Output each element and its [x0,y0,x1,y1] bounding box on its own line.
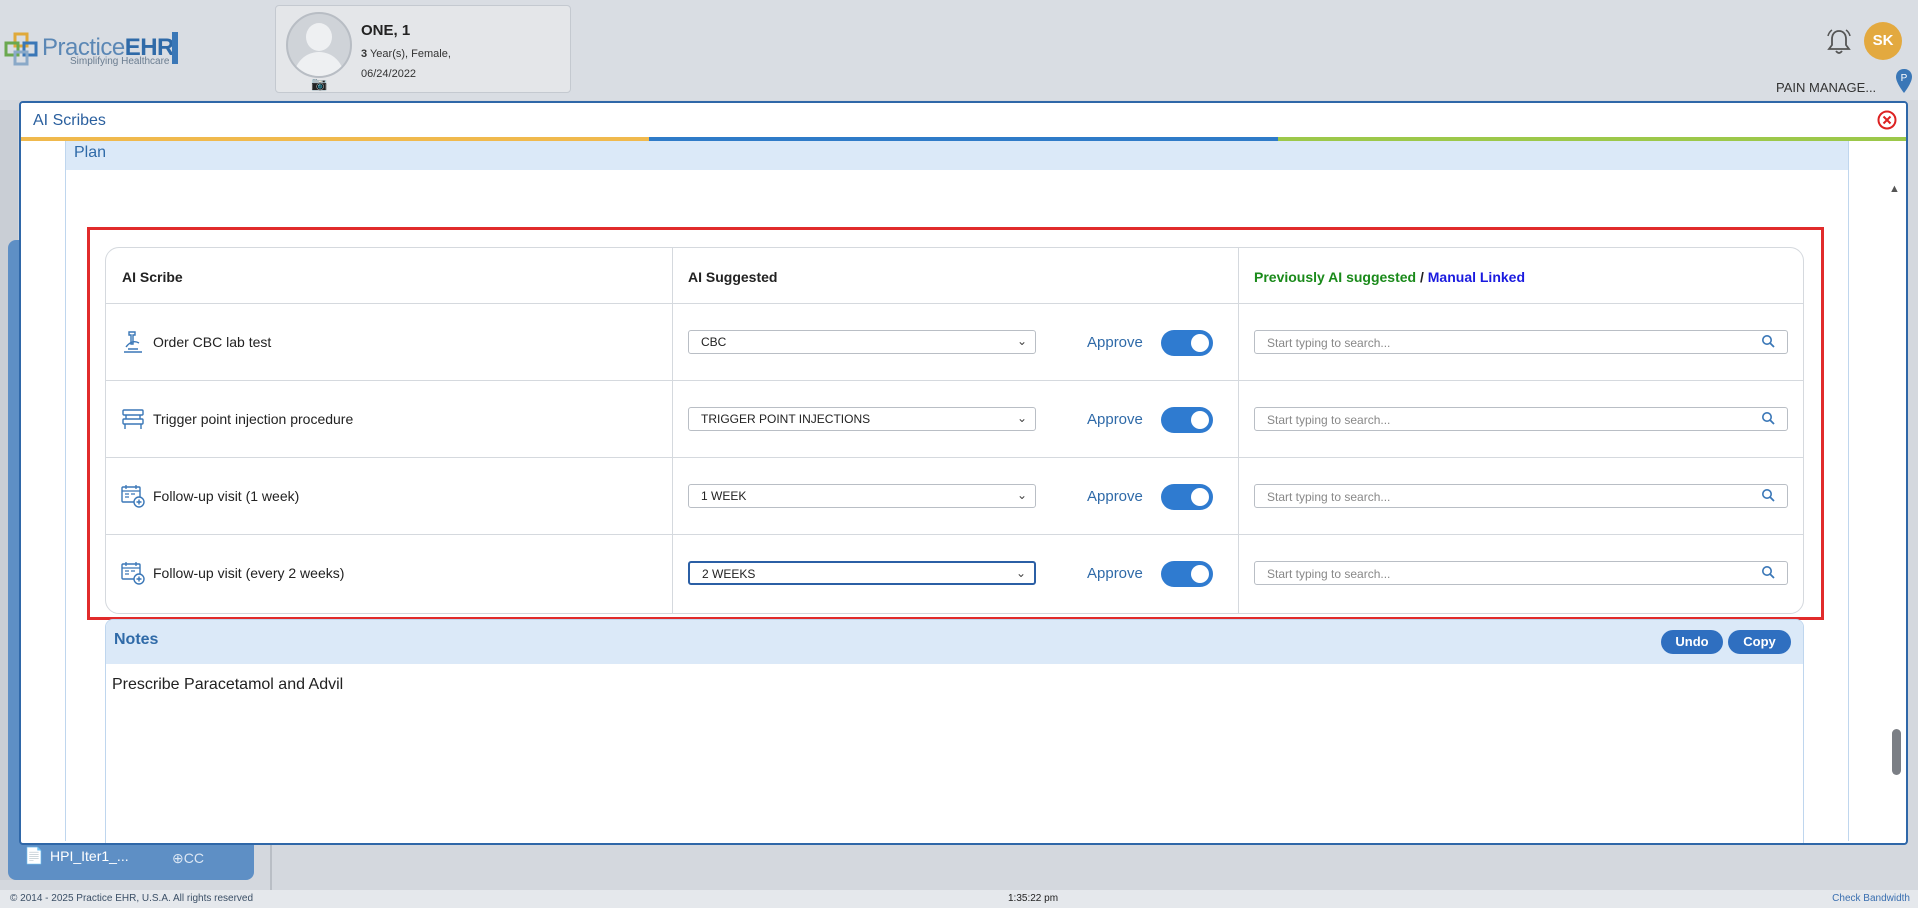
practice-ehr-logo[interactable]: PracticeEHR Simplifying Healthcare [4,30,184,70]
ai-scribe-table: AI Scribe AI Suggested Previously AI sug… [105,247,1804,614]
approve-label: Approve [1087,565,1143,582]
facility-name[interactable]: PAIN MANAGE... [1776,80,1876,95]
notes-header: Notes Undo Copy [106,620,1803,664]
location-pin-icon[interactable]: P [1894,68,1914,94]
footer: © 2014 - 2025 Practice EHR, U.S.A. All r… [0,890,1918,908]
check-bandwidth-link[interactable]: Check Bandwidth [1832,893,1910,904]
approve-toggle[interactable] [1161,330,1213,356]
calendar-add-icon [121,485,145,508]
scrollbar-thumb[interactable] [1892,729,1901,775]
notes-title: Notes [114,631,159,648]
header-ai-suggested: AI Suggested [688,269,778,285]
add-cc-button[interactable]: ⊕CC [172,850,204,867]
chevron-down-icon: ⌄ [1016,334,1027,348]
microscope-icon [124,331,142,353]
row-label: Follow-up visit (1 week) [153,488,300,504]
header-ai-scribe: AI Scribe [122,269,183,285]
patient-demographics: 3 Year(s), Female, 06/24/2022 [361,48,451,80]
patient-dob: 06/24/2022 [361,68,417,80]
patient-avatar [286,12,352,78]
search-icon[interactable] [1761,488,1775,502]
modal-title: AI Scribes [33,112,106,129]
logo-cross-icon [4,32,38,66]
modal-content: Plan AI Scribe AI Suggested Previously A… [21,141,1906,843]
suggested-select[interactable]: TRIGGER POINT INJECTIONS ⌄ [688,407,1036,431]
manual-link-search[interactable]: Start typing to search... [1254,484,1788,508]
top-header: PracticeEHR Simplifying Healthcare 📷 ONE… [0,0,1918,100]
chevron-down-icon: ⌄ [1016,488,1027,502]
table-row: Trigger point injection procedure TRIGGE… [106,380,1803,458]
suggested-select[interactable]: 1 WEEK ⌄ [688,484,1036,508]
close-icon[interactable] [1877,110,1897,130]
logo-accent-bar [172,32,178,64]
copy-button[interactable]: Copy [1728,630,1791,654]
document-icon: 📄 [24,848,44,865]
scroll-up-arrow-icon[interactable]: ▲ [1889,183,1900,195]
row-label: Trigger point injection procedure [153,411,354,427]
row-label: Order CBC lab test [153,334,272,350]
table-row: Follow-up visit (every 2 weeks) 2 WEEKS ⌄… [106,534,1803,612]
row-label: Follow-up visit (every 2 weeks) [153,565,345,581]
svg-text:P: P [1901,73,1908,84]
approve-toggle[interactable] [1161,407,1213,433]
approve-toggle[interactable] [1161,561,1213,587]
approve-toggle[interactable] [1161,484,1213,510]
manual-link-search[interactable]: Start typing to search... [1254,407,1788,431]
approve-label: Approve [1087,488,1143,505]
copyright-text: © 2014 - 2025 Practice EHR, U.S.A. All r… [10,893,254,904]
table-row: Follow-up visit (1 week) 1 WEEK ⌄ Approve… [106,457,1803,535]
suggested-select[interactable]: CBC ⌄ [688,330,1036,354]
calendar-add-icon [121,562,145,585]
manual-link-search[interactable]: Start typing to search... [1254,561,1788,585]
background-main-panel [270,840,1872,890]
notes-textarea[interactable]: Prescribe Paracetamol and Advil [112,676,343,694]
search-icon[interactable] [1761,334,1775,348]
search-icon[interactable] [1761,565,1775,579]
patient-card[interactable]: 📷 ONE, 1 3 Year(s), Female, 06/24/2022 [275,5,571,93]
ai-scribes-modal: AI Scribes Plan AI Scribe AI Suggested P… [19,101,1908,845]
undo-button[interactable]: Undo [1661,630,1723,654]
modal-header: AI Scribes [21,103,1906,137]
approve-label: Approve [1087,334,1143,351]
chevron-down-icon: ⌄ [1015,566,1026,580]
user-avatar[interactable]: SK [1864,22,1902,60]
camera-icon[interactable]: 📷 [311,76,327,92]
notes-panel: Notes Undo Copy Prescribe Paracetamol an… [105,619,1804,843]
plan-title: Plan [74,144,107,161]
bell-icon[interactable] [1826,28,1852,56]
table-row: Order CBC lab test CBC ⌄ Approve Start ty… [106,303,1803,381]
approve-label: Approve [1087,411,1143,428]
header-previously-manual: Previously AI suggested / Manual Linked [1254,269,1525,285]
plan-header: Plan [66,141,1848,170]
patient-name: ONE, 1 [361,22,411,39]
logo-tagline: Simplifying Healthcare [70,56,170,67]
clock-time: 1:35:22 pm [1008,893,1059,904]
suggested-select[interactable]: 2 WEEKS ⌄ [688,561,1036,585]
procedure-bed-icon [122,409,144,429]
manual-link-search[interactable]: Start typing to search... [1254,330,1788,354]
search-icon[interactable] [1761,411,1775,425]
chevron-down-icon: ⌄ [1016,411,1027,425]
